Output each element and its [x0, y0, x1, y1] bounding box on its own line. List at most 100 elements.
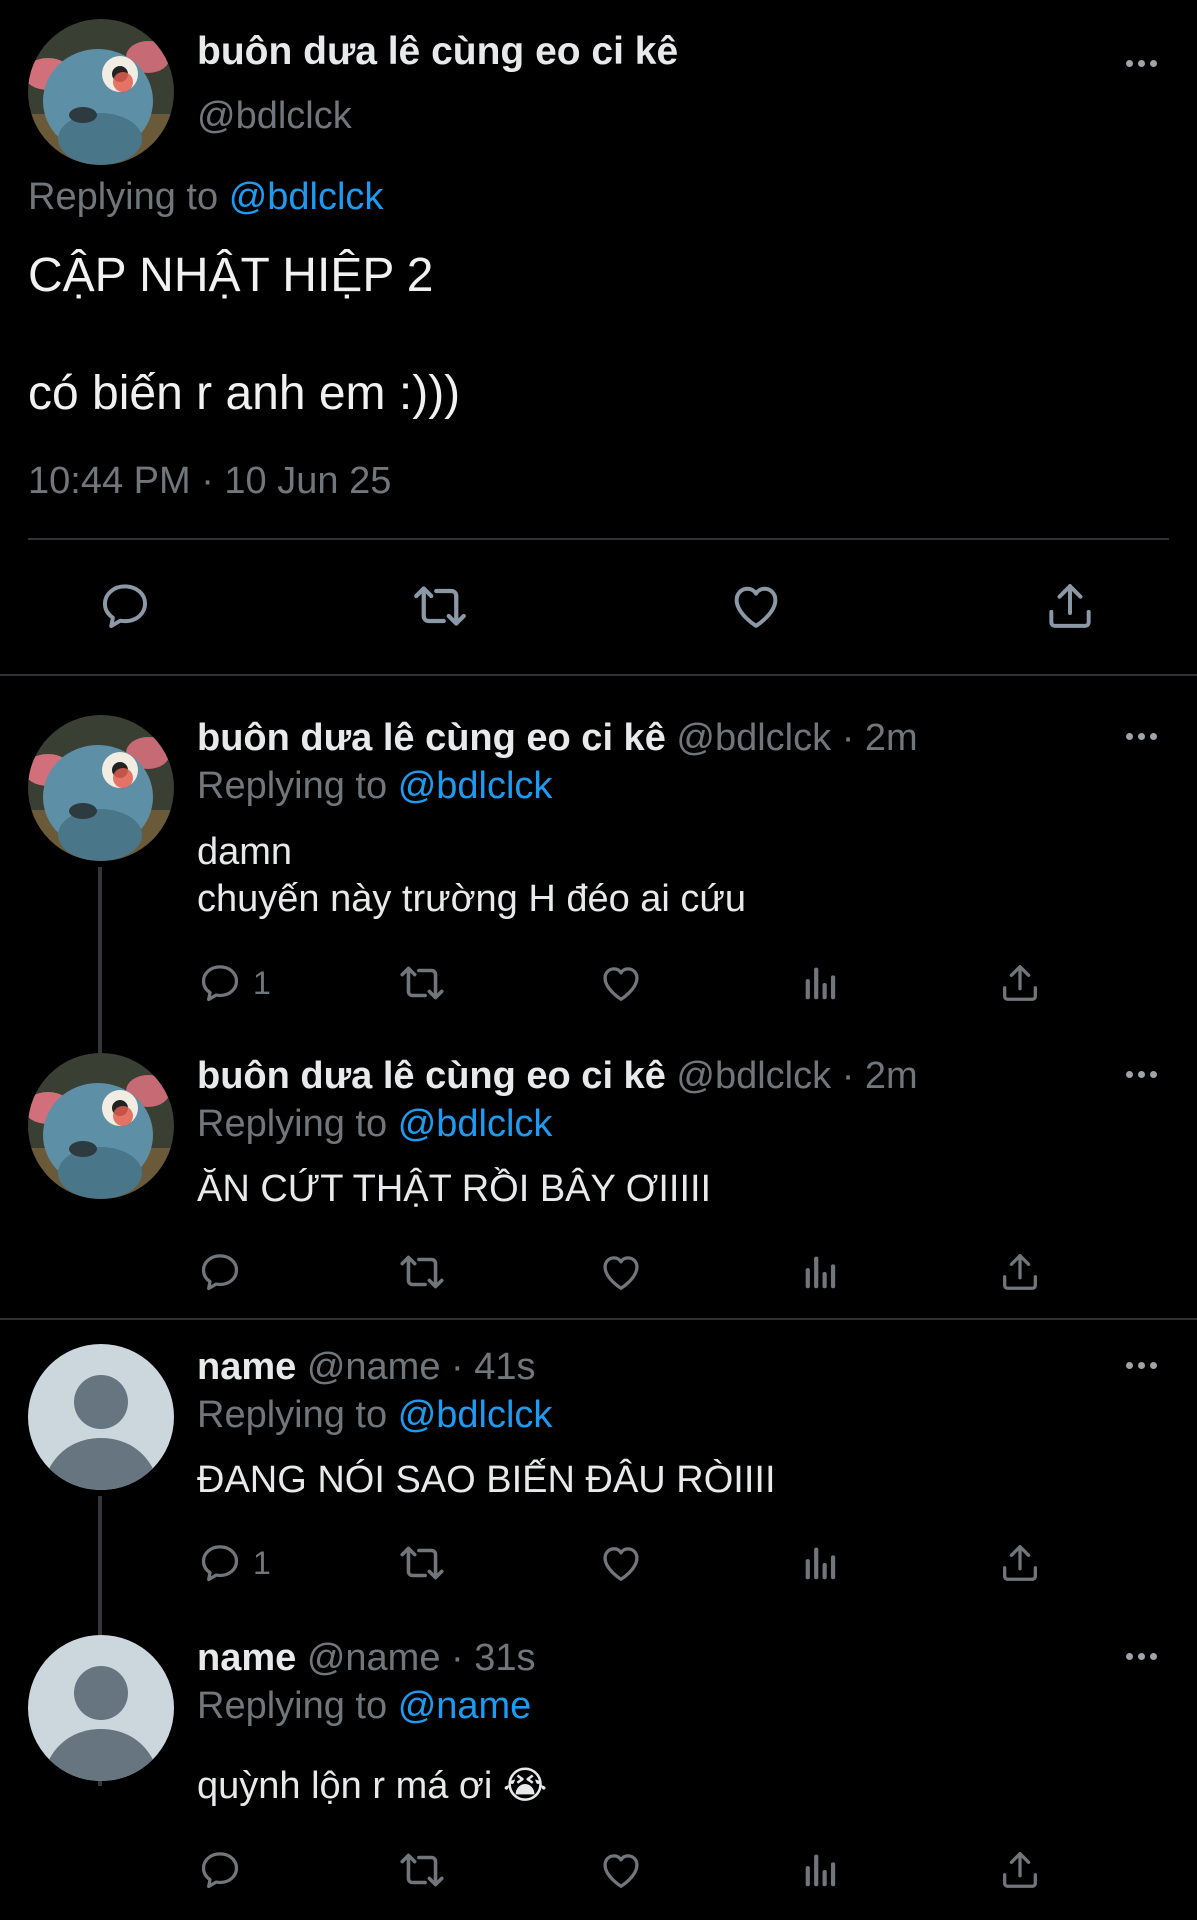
reply-actions: 1 [0, 1538, 1197, 1588]
reply-icon [197, 1249, 243, 1295]
reply-text: damn chuyến này trường H đéo ai cứu [197, 829, 746, 923]
analytics-button[interactable] [798, 1538, 844, 1588]
reply-button[interactable]: 1 [197, 958, 271, 1008]
user-handle[interactable]: @bdlclck [676, 1055, 831, 1097]
reply-tweet[interactable]: name @name · 41s Replying to @bdlclck ĐA… [0, 1344, 1197, 1786]
reply-button[interactable] [197, 1845, 243, 1895]
user-handle[interactable]: @name [307, 1637, 441, 1679]
user-handle[interactable]: @name [307, 1346, 441, 1388]
retweet-button[interactable] [397, 1845, 447, 1895]
stats-icon [798, 1540, 844, 1586]
divider [0, 1318, 1197, 1320]
reply-text: quỳnh lộn r má ơi 😭 [197, 1763, 547, 1810]
reply-time[interactable]: · 41s [451, 1346, 535, 1388]
more-options-icon[interactable] [1126, 733, 1157, 740]
replying-prefix: Replying to [197, 1394, 388, 1436]
share-button[interactable] [997, 1538, 1043, 1588]
replying-prefix: Replying to [197, 1103, 388, 1145]
like-icon [598, 1540, 644, 1586]
replying-to-link[interactable]: @bdlclck [398, 1394, 553, 1436]
reply-header: buôn dưa lê cùng eo ci kê @bdlclck · 2m [197, 717, 918, 760]
tweet-text-line: CẬP NHẬT HIỆP 2 [28, 249, 434, 302]
like-button[interactable] [726, 576, 786, 636]
tweet-timestamp[interactable]: 10:44 PM · 10 Jun 25 [28, 460, 391, 503]
divider [0, 674, 1197, 676]
reply-icon [197, 960, 243, 1006]
reply-text: ĂN CỨT THẬT RỒI BÂY ƠIIIII [197, 1166, 711, 1213]
retweet-button[interactable] [410, 576, 470, 636]
avatar[interactable] [28, 715, 174, 861]
reply-tweet[interactable]: buôn dưa lê cùng eo ci kê @bdlclck · 2m … [0, 1053, 1197, 1315]
reply-header: name @name · 41s [197, 1346, 536, 1389]
stats-icon [798, 960, 844, 1006]
stats-icon [798, 1847, 844, 1893]
share-button[interactable] [997, 1845, 1043, 1895]
user-handle[interactable]: @bdlclck [676, 717, 831, 759]
like-button[interactable] [598, 1247, 644, 1297]
like-button[interactable] [598, 1845, 644, 1895]
reply-tweet[interactable]: name @name · 31s Replying to @name quỳnh… [0, 1635, 1197, 1920]
more-options-icon[interactable] [1126, 1071, 1157, 1078]
more-options-icon[interactable] [1126, 1362, 1157, 1369]
replying-to-link[interactable]: @bdlclck [398, 765, 553, 807]
analytics-button[interactable] [798, 1247, 844, 1297]
replying-to: Replying to @name [197, 1685, 531, 1728]
like-button[interactable] [598, 958, 644, 1008]
replying-to: Replying to @bdlclck [197, 1103, 552, 1146]
reply-text: ĐANG NÓI SAO BIẾN ĐÂU RÒIIII [197, 1457, 776, 1504]
reply-text-line: quỳnh lộn r má ơi 😭 [197, 1765, 548, 1807]
reply-button[interactable] [197, 1247, 243, 1297]
stats-icon [798, 1249, 844, 1295]
more-options-icon[interactable] [1126, 60, 1157, 67]
more-options-icon[interactable] [1126, 1653, 1157, 1660]
user-handle[interactable]: @bdlclck [197, 95, 352, 138]
avatar[interactable] [28, 1053, 174, 1199]
reply-icon [197, 1540, 243, 1586]
retweet-button[interactable] [397, 1247, 447, 1297]
replying-to: Replying to @bdlclck [197, 1394, 552, 1437]
avatar[interactable] [28, 1635, 174, 1781]
like-icon [598, 1249, 644, 1295]
tweet-actions [0, 576, 1197, 636]
replying-to-link[interactable]: @bdlclck [398, 1103, 553, 1145]
reply-actions [0, 1247, 1197, 1297]
display-name[interactable]: buôn dưa lê cùng eo ci kê [197, 30, 678, 74]
avatar[interactable] [28, 19, 174, 165]
share-button[interactable] [1040, 576, 1100, 636]
display-name[interactable]: name [197, 1346, 296, 1388]
replying-to-link[interactable]: @name [398, 1685, 532, 1727]
share-button[interactable] [997, 1247, 1043, 1297]
display-name[interactable]: buôn dưa lê cùng eo ci kê [197, 717, 666, 759]
reply-time[interactable]: · 2m [842, 717, 918, 759]
avatar[interactable] [28, 1344, 174, 1490]
replying-to: Replying to @bdlclck [197, 765, 552, 808]
share-icon [997, 1249, 1043, 1295]
reply-tweet[interactable]: buôn dưa lê cùng eo ci kê @bdlclck · 2m … [0, 715, 1197, 1057]
reply-header: buôn dưa lê cùng eo ci kê @bdlclck · 2m [197, 1055, 918, 1098]
reply-button[interactable] [95, 576, 155, 636]
share-icon [997, 1540, 1043, 1586]
focused-tweet: buôn dưa lê cùng eo ci kê @bdlclck Reply… [0, 0, 1197, 674]
replying-to-link[interactable]: @bdlclck [229, 176, 384, 218]
like-button[interactable] [598, 1538, 644, 1588]
reply-actions [0, 1845, 1197, 1895]
retweet-icon [397, 958, 447, 1008]
reply-time[interactable]: · 2m [842, 1055, 918, 1097]
reply-button[interactable]: 1 [197, 1538, 271, 1588]
replying-prefix: Replying to [28, 176, 219, 218]
retweet-icon [397, 1845, 447, 1895]
reply-icon [97, 578, 153, 634]
tweet-text-line: có biến r anh em :))) [28, 367, 461, 420]
share-button[interactable] [997, 958, 1043, 1008]
display-name[interactable]: name [197, 1637, 296, 1679]
reply-text-line: damn [197, 831, 293, 873]
reply-time[interactable]: · 31s [451, 1637, 535, 1679]
reply-header: name @name · 31s [197, 1637, 536, 1680]
reply-count: 1 [253, 1544, 271, 1581]
retweet-icon [410, 576, 470, 636]
retweet-button[interactable] [397, 958, 447, 1008]
analytics-button[interactable] [798, 958, 844, 1008]
display-name[interactable]: buôn dưa lê cùng eo ci kê [197, 1055, 666, 1097]
retweet-button[interactable] [397, 1538, 447, 1588]
analytics-button[interactable] [798, 1845, 844, 1895]
